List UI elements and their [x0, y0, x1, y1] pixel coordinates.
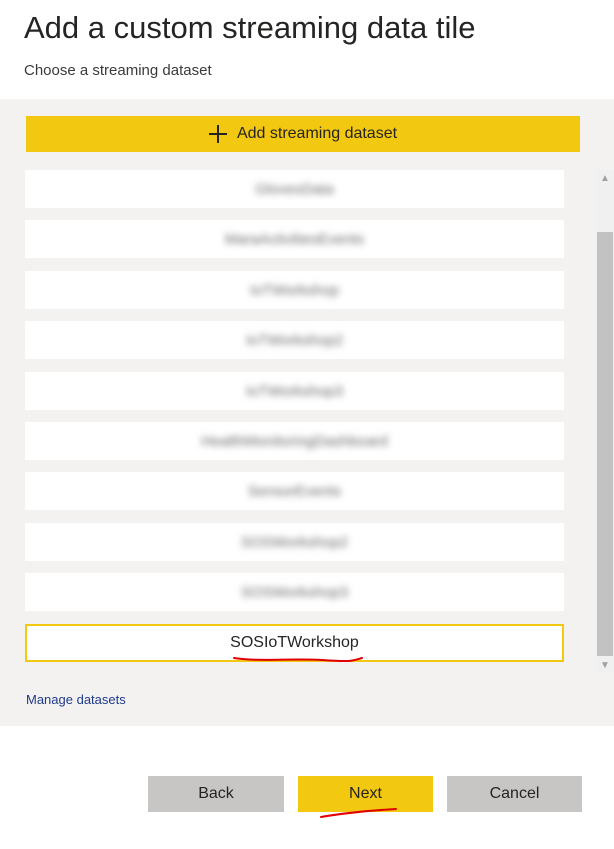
list-item[interactable]: IoTWorkshop [25, 271, 564, 309]
selected-dataset-item[interactable]: SOSIoTWorkshop [25, 624, 564, 663]
list-item[interactable]: IoTWorkshop3 [25, 372, 564, 410]
list-item[interactable]: GlovesData [25, 170, 564, 208]
cancel-button[interactable]: Cancel [447, 776, 582, 812]
red-underline-annotation [320, 808, 397, 818]
dataset-label: HealthMonitoringDashboard [201, 432, 388, 450]
list-item[interactable]: MaraActivitiesEvents [25, 220, 564, 258]
list-item[interactable]: IoTWorkshop2 [25, 321, 564, 359]
dataset-label: GlovesData [255, 180, 334, 198]
dialog-title: Add a custom streaming data tile [24, 10, 476, 45]
dataset-label: IoTWorkshop [250, 281, 339, 299]
scroll-up-arrow-icon[interactable]: ▲ [596, 170, 614, 186]
red-underline-annotation [233, 657, 363, 663]
selected-dataset-label: SOSIoTWorkshop [230, 634, 359, 651]
plus-icon [208, 125, 227, 143]
list-item[interactable]: SensorEvents [25, 472, 564, 510]
list-item[interactable]: HealthMonitoringDashboard [25, 422, 564, 460]
dataset-label: IoTWorkshop3 [245, 382, 344, 400]
dataset-label: SOSWorkshop3 [240, 583, 349, 601]
add-streaming-dataset-button[interactable]: Add streaming dataset [26, 116, 580, 152]
dialog-subtitle: Choose a streaming dataset [24, 62, 212, 79]
dataset-label: SOSWorkshop2 [240, 533, 349, 551]
scroll-thumb[interactable] [597, 232, 613, 656]
back-button[interactable]: Back [148, 776, 284, 812]
list-item[interactable]: SOSWorkshop3 [25, 573, 564, 611]
dataset-label: SensorEvents [247, 482, 342, 500]
list-item[interactable]: SOSWorkshop2 [25, 523, 564, 561]
dataset-label: IoTWorkshop2 [245, 331, 344, 349]
dataset-list-scrollbar[interactable]: ▲ ▼ [596, 170, 614, 673]
scroll-down-arrow-icon[interactable]: ▼ [596, 657, 614, 673]
dataset-label: MaraActivitiesEvents [224, 230, 365, 248]
dialog-header: Add a custom streaming data tile Choose … [0, 0, 614, 99]
manage-datasets-link[interactable]: Manage datasets [26, 692, 126, 707]
add-streaming-dataset-label: Add streaming dataset [236, 125, 398, 142]
